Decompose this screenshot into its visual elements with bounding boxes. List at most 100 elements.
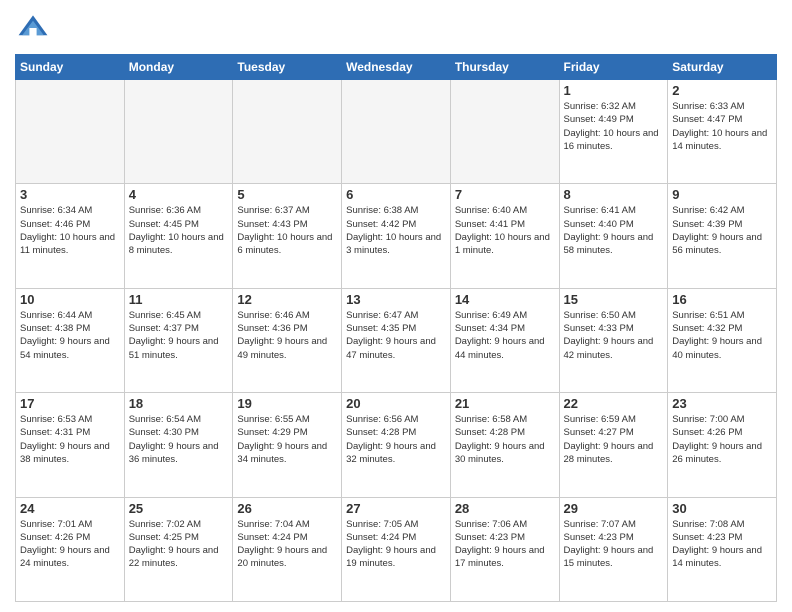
day-number: 10 <box>20 292 120 307</box>
day-info: Sunrise: 7:02 AM Sunset: 4:25 PM Dayligh… <box>129 518 229 571</box>
calendar-cell: 6 Sunrise: 6:38 AM Sunset: 4:42 PM Daylig… <box>342 184 451 288</box>
calendar: SundayMondayTuesdayWednesdayThursdayFrid… <box>15 54 777 602</box>
day-number: 9 <box>672 187 772 202</box>
calendar-header-friday: Friday <box>559 55 668 80</box>
day-number: 27 <box>346 501 446 516</box>
day-info: Sunrise: 6:42 AM Sunset: 4:39 PM Dayligh… <box>672 204 772 257</box>
day-number: 11 <box>129 292 229 307</box>
day-info: Sunrise: 6:56 AM Sunset: 4:28 PM Dayligh… <box>346 413 446 466</box>
day-number: 19 <box>237 396 337 411</box>
calendar-cell: 29 Sunrise: 7:07 AM Sunset: 4:23 PM Dayli… <box>559 497 668 601</box>
calendar-cell: 28 Sunrise: 7:06 AM Sunset: 4:23 PM Dayli… <box>450 497 559 601</box>
calendar-cell <box>124 80 233 184</box>
calendar-cell: 21Sunrise: 6:58 AM Sunset: 4:28 PM Dayli… <box>450 393 559 497</box>
day-info: Sunrise: 7:04 AM Sunset: 4:24 PM Dayligh… <box>237 518 337 571</box>
calendar-header-wednesday: Wednesday <box>342 55 451 80</box>
day-info: Sunrise: 6:54 AM Sunset: 4:30 PM Dayligh… <box>129 413 229 466</box>
calendar-cell <box>342 80 451 184</box>
day-number: 12 <box>237 292 337 307</box>
day-number: 23 <box>672 396 772 411</box>
day-info: Sunrise: 7:05 AM Sunset: 4:24 PM Dayligh… <box>346 518 446 571</box>
day-number: 26 <box>237 501 337 516</box>
day-number: 22 <box>564 396 664 411</box>
calendar-header-monday: Monday <box>124 55 233 80</box>
calendar-cell: 5 Sunrise: 6:37 AM Sunset: 4:43 PM Daylig… <box>233 184 342 288</box>
day-info: Sunrise: 7:06 AM Sunset: 4:23 PM Dayligh… <box>455 518 555 571</box>
calendar-week-1: 1 Sunrise: 6:32 AM Sunset: 4:49 PM Daylig… <box>16 80 777 184</box>
day-info: Sunrise: 7:08 AM Sunset: 4:23 PM Dayligh… <box>672 518 772 571</box>
calendar-cell: 7 Sunrise: 6:40 AM Sunset: 4:41 PM Daylig… <box>450 184 559 288</box>
day-number: 17 <box>20 396 120 411</box>
calendar-cell: 14 Sunrise: 6:49 AM Sunset: 4:34 PM Dayli… <box>450 288 559 392</box>
calendar-cell: 10 Sunrise: 6:44 AM Sunset: 4:38 PM Dayli… <box>16 288 125 392</box>
day-info: Sunrise: 7:01 AM Sunset: 4:26 PM Dayligh… <box>20 518 120 571</box>
calendar-cell: 8Sunrise: 6:41 AM Sunset: 4:40 PM Daylig… <box>559 184 668 288</box>
calendar-cell: 27 Sunrise: 7:05 AM Sunset: 4:24 PM Dayli… <box>342 497 451 601</box>
day-number: 18 <box>129 396 229 411</box>
calendar-cell: 11Sunrise: 6:45 AM Sunset: 4:37 PM Dayli… <box>124 288 233 392</box>
calendar-cell: 22Sunrise: 6:59 AM Sunset: 4:27 PM Dayli… <box>559 393 668 497</box>
day-info: Sunrise: 6:51 AM Sunset: 4:32 PM Dayligh… <box>672 309 772 362</box>
calendar-cell: 20 Sunrise: 6:56 AM Sunset: 4:28 PM Dayli… <box>342 393 451 497</box>
day-info: Sunrise: 6:33 AM Sunset: 4:47 PM Dayligh… <box>672 100 772 153</box>
calendar-cell: 24 Sunrise: 7:01 AM Sunset: 4:26 PM Dayli… <box>16 497 125 601</box>
day-number: 8 <box>564 187 664 202</box>
calendar-cell: 30 Sunrise: 7:08 AM Sunset: 4:23 PM Dayli… <box>668 497 777 601</box>
day-number: 28 <box>455 501 555 516</box>
day-number: 24 <box>20 501 120 516</box>
day-number: 25 <box>129 501 229 516</box>
day-info: Sunrise: 6:49 AM Sunset: 4:34 PM Dayligh… <box>455 309 555 362</box>
calendar-cell: 9 Sunrise: 6:42 AM Sunset: 4:39 PM Daylig… <box>668 184 777 288</box>
day-info: Sunrise: 6:34 AM Sunset: 4:46 PM Dayligh… <box>20 204 120 257</box>
calendar-cell: 3 Sunrise: 6:34 AM Sunset: 4:46 PM Daylig… <box>16 184 125 288</box>
day-info: Sunrise: 6:40 AM Sunset: 4:41 PM Dayligh… <box>455 204 555 257</box>
calendar-header-sunday: Sunday <box>16 55 125 80</box>
day-number: 5 <box>237 187 337 202</box>
day-info: Sunrise: 6:32 AM Sunset: 4:49 PM Dayligh… <box>564 100 664 153</box>
calendar-cell: 13Sunrise: 6:47 AM Sunset: 4:35 PM Dayli… <box>342 288 451 392</box>
day-info: Sunrise: 6:53 AM Sunset: 4:31 PM Dayligh… <box>20 413 120 466</box>
calendar-week-5: 24 Sunrise: 7:01 AM Sunset: 4:26 PM Dayli… <box>16 497 777 601</box>
day-info: Sunrise: 6:58 AM Sunset: 4:28 PM Dayligh… <box>455 413 555 466</box>
day-number: 3 <box>20 187 120 202</box>
day-number: 4 <box>129 187 229 202</box>
calendar-cell: 26 Sunrise: 7:04 AM Sunset: 4:24 PM Dayli… <box>233 497 342 601</box>
day-info: Sunrise: 6:47 AM Sunset: 4:35 PM Dayligh… <box>346 309 446 362</box>
day-info: Sunrise: 6:44 AM Sunset: 4:38 PM Dayligh… <box>20 309 120 362</box>
calendar-header-saturday: Saturday <box>668 55 777 80</box>
calendar-week-3: 10 Sunrise: 6:44 AM Sunset: 4:38 PM Dayli… <box>16 288 777 392</box>
day-number: 30 <box>672 501 772 516</box>
calendar-cell: 4 Sunrise: 6:36 AM Sunset: 4:45 PM Daylig… <box>124 184 233 288</box>
day-info: Sunrise: 6:55 AM Sunset: 4:29 PM Dayligh… <box>237 413 337 466</box>
day-number: 2 <box>672 83 772 98</box>
day-info: Sunrise: 6:36 AM Sunset: 4:45 PM Dayligh… <box>129 204 229 257</box>
day-number: 7 <box>455 187 555 202</box>
calendar-cell <box>450 80 559 184</box>
day-info: Sunrise: 7:07 AM Sunset: 4:23 PM Dayligh… <box>564 518 664 571</box>
logo <box>15 10 57 46</box>
day-number: 15 <box>564 292 664 307</box>
calendar-cell: 2 Sunrise: 6:33 AM Sunset: 4:47 PM Daylig… <box>668 80 777 184</box>
calendar-cell: 18 Sunrise: 6:54 AM Sunset: 4:30 PM Dayli… <box>124 393 233 497</box>
day-info: Sunrise: 7:00 AM Sunset: 4:26 PM Dayligh… <box>672 413 772 466</box>
day-number: 14 <box>455 292 555 307</box>
day-info: Sunrise: 6:50 AM Sunset: 4:33 PM Dayligh… <box>564 309 664 362</box>
day-number: 29 <box>564 501 664 516</box>
calendar-cell: 25 Sunrise: 7:02 AM Sunset: 4:25 PM Dayli… <box>124 497 233 601</box>
day-number: 20 <box>346 396 446 411</box>
calendar-header-thursday: Thursday <box>450 55 559 80</box>
calendar-cell <box>233 80 342 184</box>
calendar-cell: 19 Sunrise: 6:55 AM Sunset: 4:29 PM Dayli… <box>233 393 342 497</box>
calendar-header-tuesday: Tuesday <box>233 55 342 80</box>
calendar-cell: 1 Sunrise: 6:32 AM Sunset: 4:49 PM Daylig… <box>559 80 668 184</box>
calendar-week-2: 3 Sunrise: 6:34 AM Sunset: 4:46 PM Daylig… <box>16 184 777 288</box>
day-info: Sunrise: 6:46 AM Sunset: 4:36 PM Dayligh… <box>237 309 337 362</box>
day-number: 1 <box>564 83 664 98</box>
day-number: 6 <box>346 187 446 202</box>
calendar-header-row: SundayMondayTuesdayWednesdayThursdayFrid… <box>16 55 777 80</box>
day-number: 16 <box>672 292 772 307</box>
calendar-cell: 17 Sunrise: 6:53 AM Sunset: 4:31 PM Dayli… <box>16 393 125 497</box>
calendar-cell: 15 Sunrise: 6:50 AM Sunset: 4:33 PM Dayli… <box>559 288 668 392</box>
day-info: Sunrise: 6:38 AM Sunset: 4:42 PM Dayligh… <box>346 204 446 257</box>
day-info: Sunrise: 6:37 AM Sunset: 4:43 PM Dayligh… <box>237 204 337 257</box>
